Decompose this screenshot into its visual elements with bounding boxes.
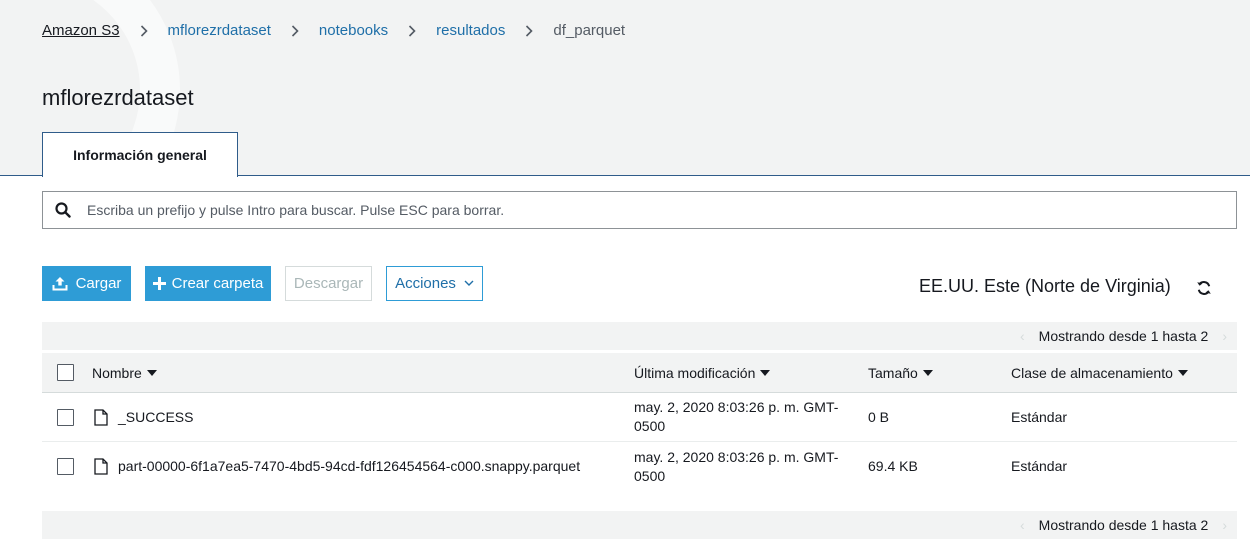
prev-page-icon[interactable]: ‹ bbox=[1020, 328, 1025, 344]
chevron-right-icon bbox=[291, 24, 299, 37]
upload-button[interactable]: Cargar bbox=[42, 266, 131, 301]
search-box bbox=[42, 191, 1237, 229]
column-header-storage[interactable]: Clase de almacenamiento bbox=[1011, 353, 1188, 392]
file-name-cell: part-00000-6f1a7ea5-7470-4bd5-94cd-fdf12… bbox=[94, 442, 580, 491]
select-all-checkbox[interactable] bbox=[57, 364, 74, 381]
modified-date-offset: 0500 bbox=[634, 418, 666, 434]
chevron-right-icon bbox=[140, 24, 148, 37]
row-checkbox[interactable] bbox=[57, 458, 74, 475]
breadcrumb-notebooks[interactable]: notebooks bbox=[319, 22, 388, 39]
pagination-text: Mostrando desde 1 hasta 2 bbox=[1038, 517, 1209, 533]
modified-date: may. 2, 2020 8:03:26 p. m. GMT- bbox=[634, 399, 839, 415]
file-name[interactable]: _SUCCESS bbox=[118, 408, 193, 427]
size-cell: 0 B bbox=[868, 408, 890, 425]
breadcrumb-resultados[interactable]: resultados bbox=[436, 22, 505, 39]
upload-label: Cargar bbox=[75, 275, 122, 292]
storage-class-cell: Estándar bbox=[1011, 458, 1068, 474]
row-select-cell bbox=[57, 393, 74, 441]
table-row[interactable]: _SUCCESS may. 2, 2020 8:03:26 p. m. GMT-… bbox=[42, 393, 1237, 442]
chevron-right-icon bbox=[408, 24, 416, 37]
chevron-right-icon bbox=[525, 24, 534, 37]
column-modified-label: Última modificación bbox=[634, 364, 756, 381]
tab-overview[interactable]: Información general bbox=[42, 132, 238, 177]
actions-dropdown[interactable]: Acciones bbox=[386, 266, 483, 301]
modified-cell: may. 2, 2020 8:03:26 p. m. GMT- 0500 bbox=[634, 393, 838, 441]
breadcrumb-bucket[interactable]: mflorezrdataset bbox=[168, 22, 271, 39]
column-header-modified[interactable]: Última modificación bbox=[634, 353, 771, 392]
breadcrumb-current: df_parquet bbox=[553, 22, 626, 39]
file-icon bbox=[94, 458, 108, 475]
breadcrumb: Amazon S3 mflorezrdataset notebooks resu… bbox=[42, 22, 625, 39]
select-all-cell bbox=[57, 353, 74, 392]
prev-page-icon[interactable]: ‹ bbox=[1020, 517, 1025, 533]
refresh-icon[interactable] bbox=[1194, 278, 1214, 298]
file-name[interactable]: part-00000-6f1a7ea5-7470-4bd5-94cd-fdf12… bbox=[118, 457, 580, 476]
pagination-top: ‹ Mostrando desde 1 hasta 2 › bbox=[42, 322, 1237, 350]
table-row[interactable]: part-00000-6f1a7ea5-7470-4bd5-94cd-fdf12… bbox=[42, 442, 1237, 491]
modified-date-offset: 0500 bbox=[634, 467, 666, 484]
sort-down-icon bbox=[922, 369, 933, 376]
sort-down-icon bbox=[760, 369, 771, 376]
modified-date: may. 2, 2020 8:03:26 p. m. GMT- bbox=[634, 448, 839, 465]
create-folder-label: Crear carpeta bbox=[171, 275, 264, 292]
file-icon bbox=[94, 408, 108, 426]
page-title: mflorezrdataset bbox=[42, 85, 194, 110]
pagination-bottom: ‹ Mostrando desde 1 hasta 2 › bbox=[42, 511, 1237, 539]
column-header-size[interactable]: Tamaño bbox=[868, 353, 933, 392]
file-name-cell: _SUCCESS bbox=[94, 393, 193, 441]
plus-icon bbox=[152, 277, 166, 290]
column-storage-label: Clase de almacenamiento bbox=[1011, 364, 1173, 381]
sort-down-icon bbox=[1177, 369, 1188, 376]
table-header: Nombre Última modificación Tamaño Clase … bbox=[42, 353, 1237, 393]
download-label: Descargar bbox=[293, 275, 364, 292]
column-name-label: Nombre bbox=[92, 364, 142, 381]
actions-label: Acciones bbox=[395, 275, 456, 292]
modified-cell: may. 2, 2020 8:03:26 p. m. GMT- 0500 bbox=[634, 442, 838, 491]
pagination-text: Mostrando desde 1 hasta 2 bbox=[1038, 328, 1209, 344]
size-cell: 69.4 KB bbox=[868, 458, 918, 474]
next-page-icon[interactable]: › bbox=[1222, 328, 1227, 344]
next-page-icon[interactable]: › bbox=[1222, 517, 1227, 533]
region-label: EE.UU. Este (Norte de Virginia) bbox=[919, 276, 1171, 296]
breadcrumb-amazon-s3[interactable]: Amazon S3 bbox=[42, 22, 120, 39]
create-folder-button[interactable]: Crear carpeta bbox=[145, 266, 271, 301]
search-input[interactable] bbox=[83, 202, 1236, 218]
row-checkbox[interactable] bbox=[57, 408, 74, 426]
download-button[interactable]: Descargar bbox=[285, 266, 372, 301]
row-select-cell bbox=[57, 442, 74, 491]
search-icon bbox=[43, 202, 83, 218]
column-size-label: Tamaño bbox=[868, 364, 918, 381]
column-header-name[interactable]: Nombre bbox=[92, 353, 157, 392]
chevron-down-icon bbox=[464, 280, 474, 287]
upload-icon bbox=[52, 276, 68, 291]
sort-down-icon bbox=[146, 369, 157, 376]
storage-class-cell: Estándar bbox=[1011, 408, 1068, 425]
